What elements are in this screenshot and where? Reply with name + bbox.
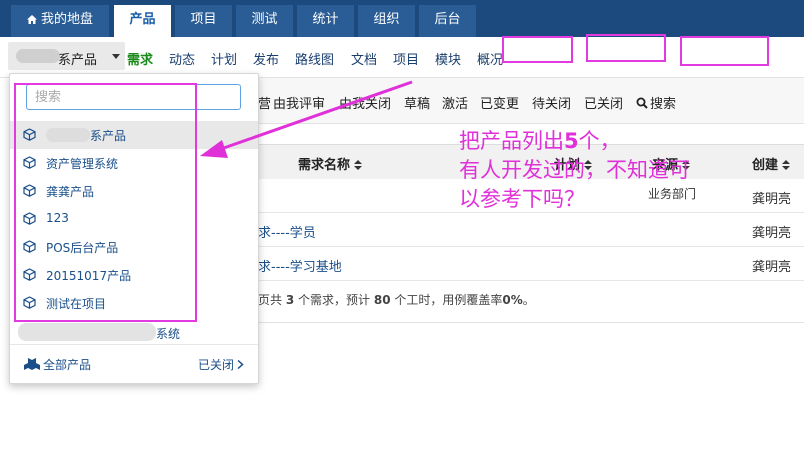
subnav-item-roadmap[interactable]: 路线图 [295,49,334,68]
filter-draft[interactable]: 草稿 [404,93,430,112]
filter-partial: 营 [258,97,272,112]
caret-down-icon [112,54,120,59]
tab-label: 组织 [373,12,400,27]
annotation-line-1: 把产品列出5个， [459,127,799,156]
summary-mid: 个需求，预计 [298,293,371,307]
chevron-right-icon [237,359,244,370]
row-title[interactable]: 求----学员 [258,222,316,241]
cubes-icon [24,358,40,370]
filter-closed-by-me[interactable]: 由我关闭 [339,93,391,112]
summary-rate: 0% [502,293,523,307]
table-row: 求----学习基地 龚明亮 [258,247,804,281]
filter-active[interactable]: 激活 [442,93,468,112]
redacted-text [18,323,156,341]
tab-product[interactable]: 产品 [114,5,171,37]
annotation-line-1-prefix: 把产品列出 [459,129,564,153]
summary-prefix: 页共 [258,293,283,307]
filter-closed[interactable]: 已关闭 [584,93,623,112]
row-title[interactable]: 求----学习基地 [258,256,342,275]
annotation-box [502,36,573,63]
tab-organization[interactable]: 组织 [358,5,415,37]
column-title-label: 需求名称 [298,158,351,173]
subnav-item-docs[interactable]: 文档 [351,49,377,68]
subnav-item-modules[interactable]: 模块 [435,49,461,68]
annotation-box [586,34,666,62]
all-products-label: 全部产品 [43,358,92,372]
tab-label: 统计 [312,12,339,27]
tab-label: 测试 [251,12,278,27]
subnav-item-plans[interactable]: 计划 [211,49,237,68]
product-switcher-label: 系产品 [58,53,98,68]
table-summary: 页共 3 个需求，预计 80 个工时，用例覆盖率0%。 [258,278,804,323]
subnav-item-dynamics[interactable]: 动态 [169,49,195,68]
summary-text: 页共 3 个需求，预计 80 个工时，用例覆盖率0%。 [258,291,535,308]
closed-products-link[interactable]: 已关闭 [198,356,244,373]
tab-label: 后台 [434,12,461,27]
filter-changed[interactable]: 已变更 [480,93,519,112]
table-row: 求----学员 龚明亮 [258,213,804,247]
subnav-item-releases[interactable]: 发布 [253,49,279,68]
summary-mid2: 个工时，用例覆盖率 [394,293,503,307]
tab-label: 产品 [129,12,156,27]
closed-products-label: 已关闭 [198,358,235,372]
subnav-item-projects[interactable]: 项目 [393,49,419,68]
tab-admin[interactable]: 后台 [419,5,476,37]
dropdown-footer: 全部产品 已关闭 [10,344,258,383]
tab-label: 我的地盘 [40,12,93,27]
product-switcher[interactable]: 系产品 [8,42,125,70]
all-products-link[interactable]: 全部产品 [24,356,91,373]
search-label: 搜索 [650,97,677,112]
product-name: 系统 [156,327,181,341]
annotation-line-2: 有人开发过的，不知道可 [459,158,690,182]
tab-stats[interactable]: 统计 [297,5,354,37]
tab-label: 项目 [190,12,217,27]
search-icon [636,97,648,109]
tab-test[interactable]: 测试 [236,5,293,37]
annotation-box [14,83,197,322]
row-creator: 龚明亮 [752,260,792,275]
product-item[interactable]: 系统 [10,319,258,347]
filter-to-close[interactable]: 待关闭 [532,93,571,112]
row-creator: 龚明亮 [752,226,792,241]
summary-end: 。 [522,293,535,307]
tab-project[interactable]: 项目 [175,5,232,37]
subnav-item-overview[interactable]: 概况 [477,49,503,68]
tab-my-dashboard[interactable]: 我的地盘 [11,5,109,37]
summary-count: 3 [285,293,295,307]
subnav-item-requirements[interactable]: 需求 [127,49,153,68]
annotation-text: 把产品列出5个， 有人开发过的，不知道可 以参考下吗？ [459,127,799,214]
top-navigation: 我的地盘 产品 项目 测试 统计 组织 后台 [0,0,804,37]
annotation-line-1-suffix: 个， [578,129,621,153]
filter-reviewed-by-me[interactable]: 由我评审 [273,93,325,112]
redacted-text [16,49,60,63]
home-icon [26,15,37,24]
summary-hours: 80 [373,293,391,307]
annotation-box [680,36,769,66]
sort-icon [354,160,363,170]
filter-bar: 营 由我评审 由我关闭 草稿 激活 已变更 待关闭 已关闭 搜索 [258,78,804,124]
annotation-number: 5 [564,129,579,153]
search-button[interactable]: 搜索 [636,93,676,112]
column-title[interactable]: 需求名称 [298,154,363,173]
annotation-line-3: 以参考下吗？ [459,187,585,211]
